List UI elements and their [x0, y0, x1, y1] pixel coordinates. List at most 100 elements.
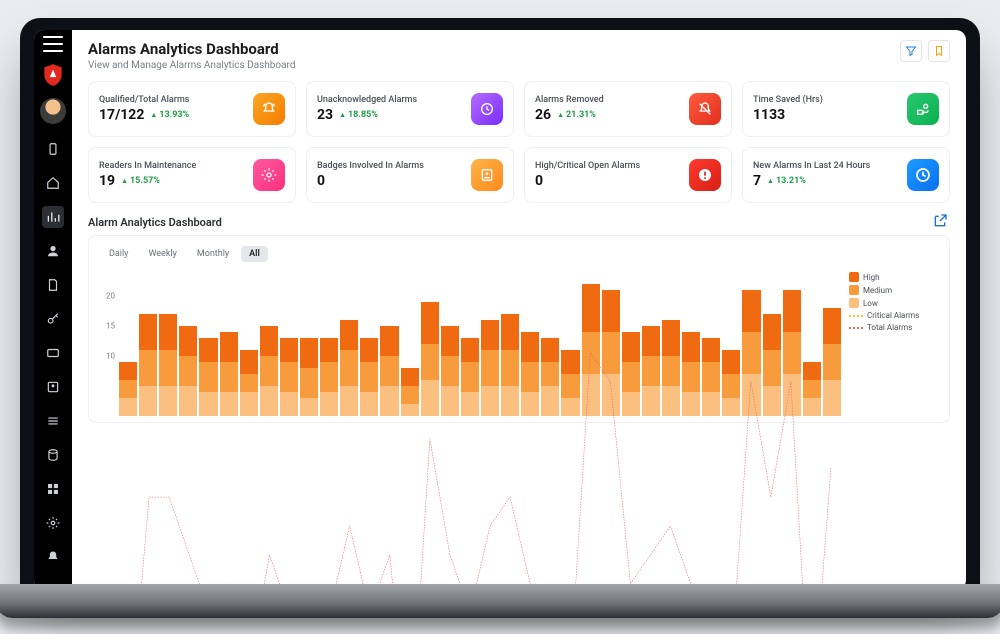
export-button[interactable]: [932, 213, 950, 231]
bar[interactable]: [481, 266, 499, 416]
legend-medium: Medium: [863, 286, 892, 295]
sidebar-nav: [42, 138, 64, 568]
kpi-value: 0: [535, 173, 543, 189]
nav-key-icon[interactable]: [42, 308, 64, 330]
hamburger-menu[interactable]: [43, 36, 63, 52]
bar[interactable]: [702, 266, 720, 416]
page-header: Alarms Analytics Dashboard View and Mana…: [88, 40, 950, 71]
export-icon: [932, 213, 948, 229]
kpi-value: 1133: [753, 107, 785, 123]
laptop-frame: Alarms Analytics Dashboard View and Mana…: [20, 18, 980, 590]
kpi-delta: 21.31%: [557, 110, 596, 120]
alert-icon: [689, 159, 721, 191]
bar[interactable]: [220, 266, 238, 416]
sidebar: [34, 30, 72, 590]
bar[interactable]: [380, 266, 398, 416]
bar[interactable]: [240, 266, 258, 416]
kpi-delta: 13.93%: [150, 110, 189, 120]
bar[interactable]: [521, 266, 539, 416]
bar[interactable]: [199, 266, 217, 416]
kpi-cards: Qualified/Total Alarms 17/122 13.93% Una…: [88, 81, 950, 203]
alarm-chart: 101520: [99, 266, 841, 416]
kpi-card[interactable]: Alarms Removed 26 21.31%: [524, 81, 732, 137]
bar[interactable]: [280, 266, 298, 416]
chart-card: DailyWeekly MonthlyAll 101520 High Medium…: [88, 235, 950, 423]
nav-grid-icon[interactable]: [42, 478, 64, 500]
page-subtitle: View and Manage Alarms Analytics Dashboa…: [88, 60, 296, 71]
legend-low: Low: [863, 299, 878, 308]
nav-stack-icon[interactable]: [42, 410, 64, 432]
bar[interactable]: [139, 266, 157, 416]
kpi-card[interactable]: Qualified/Total Alarms 17/122 13.93%: [88, 81, 296, 137]
bar[interactable]: [421, 266, 439, 416]
chart-section-title: Alarm Analytics Dashboard: [88, 216, 222, 229]
bar[interactable]: [682, 266, 700, 416]
nav-analytics-icon[interactable]: [42, 206, 64, 228]
bookmark-button[interactable]: [928, 40, 950, 62]
bar[interactable]: [582, 266, 600, 416]
bar[interactable]: [159, 266, 177, 416]
bar[interactable]: [763, 266, 781, 416]
bar[interactable]: [662, 266, 680, 416]
kpi-value: 26: [535, 107, 551, 123]
user-avatar[interactable]: [40, 98, 66, 124]
nav-document-icon[interactable]: [42, 274, 64, 296]
chart-tab-daily[interactable]: Daily: [101, 246, 136, 262]
kpi-label: Badges Involved In Alarms: [317, 161, 424, 171]
bar[interactable]: [360, 266, 378, 416]
header-actions: [900, 40, 950, 62]
nav-user-icon[interactable]: [42, 240, 64, 262]
nav-contact-icon[interactable]: [42, 376, 64, 398]
funnel-icon: [905, 45, 917, 57]
bar[interactable]: [441, 266, 459, 416]
kpi-card[interactable]: Badges Involved In Alarms 0: [306, 147, 514, 203]
kpi-card[interactable]: Time Saved (Hrs) 1133: [742, 81, 950, 137]
legend-high: High: [863, 273, 880, 282]
bar[interactable]: [561, 266, 579, 416]
bar[interactable]: [300, 266, 318, 416]
kpi-card[interactable]: New Alarms In Last 24 Hours 7 13.21%: [742, 147, 950, 203]
bar[interactable]: [179, 266, 197, 416]
bar[interactable]: [722, 266, 740, 416]
nav-mobile-icon[interactable]: [42, 138, 64, 160]
bar[interactable]: [401, 266, 419, 416]
kpi-label: High/Critical Open Alarms: [535, 161, 640, 171]
kpi-card[interactable]: Readers In Maintenance 19 15.57%: [88, 147, 296, 203]
chart-tab-monthly[interactable]: Monthly: [189, 246, 237, 262]
kpi-label: Unacknowledged Alarms: [317, 95, 417, 105]
kpi-label: Qualified/Total Alarms: [99, 95, 189, 105]
nav-bell-icon[interactable]: [42, 546, 64, 568]
kpi-value: 0: [317, 173, 325, 189]
nav-database-icon[interactable]: [42, 444, 64, 466]
filter-button[interactable]: [900, 40, 922, 62]
kpi-delta: 13.21%: [767, 176, 806, 186]
kpi-card[interactable]: High/Critical Open Alarms 0: [524, 147, 732, 203]
nav-card-icon[interactable]: [42, 342, 64, 364]
kpi-label: Time Saved (Hrs): [753, 95, 823, 105]
bar[interactable]: [803, 266, 821, 416]
bar[interactable]: [119, 266, 137, 416]
chart-tab-weekly[interactable]: Weekly: [140, 246, 184, 262]
bar[interactable]: [783, 266, 801, 416]
bookmark-icon: [933, 45, 945, 57]
bar[interactable]: [340, 266, 358, 416]
bar[interactable]: [320, 266, 338, 416]
bar[interactable]: [541, 266, 559, 416]
kpi-value: 17/122: [99, 107, 144, 123]
bar[interactable]: [742, 266, 760, 416]
legend-total: Total Alarms: [867, 323, 912, 332]
gear-icon: [253, 159, 285, 191]
nav-settings-icon[interactable]: [42, 512, 64, 534]
bar[interactable]: [642, 266, 660, 416]
scroll-spacer: [88, 423, 950, 563]
bar[interactable]: [260, 266, 278, 416]
bar[interactable]: [823, 266, 841, 416]
chart-tab-all[interactable]: All: [241, 246, 268, 262]
bar[interactable]: [622, 266, 640, 416]
bar[interactable]: [461, 266, 479, 416]
nav-home-icon[interactable]: [42, 172, 64, 194]
bar[interactable]: [501, 266, 519, 416]
bar[interactable]: [602, 266, 620, 416]
clock-icon: [471, 93, 503, 125]
kpi-card[interactable]: Unacknowledged Alarms 23 18.85%: [306, 81, 514, 137]
